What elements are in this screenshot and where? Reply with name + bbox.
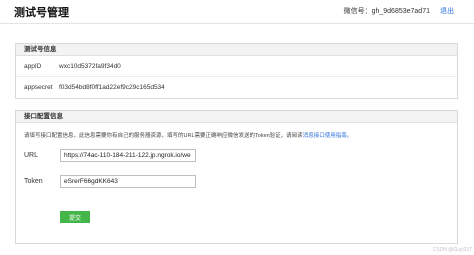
page: 测试号管理 微信号：gh_9d6853e7ad71 退出 测试号信息 appID … [0,0,474,255]
logout-link[interactable]: 退出 [440,8,454,15]
appsecret-label: appsecret [24,84,53,91]
appsecret-value: f03d54bd8f0ff1ad22ef9c29c165d534 [59,84,165,91]
test-account-panel: 测试号信息 appID wxc10d5372fa9f34d0 appsecret… [15,43,458,99]
test-account-panel-title: 测试号信息 [16,44,457,56]
account-id: gh_9d6853e7ad71 [371,8,430,15]
submit-button[interactable]: 提交 [60,211,90,223]
token-input[interactable] [60,175,196,188]
watermark: CSDN @Guyi237 [432,247,472,253]
url-label: URL [24,152,39,159]
appid-value: wxc10d5372fa9f34d0 [59,63,121,70]
account-info: 微信号：gh_9d6853e7ad71 退出 [344,6,454,16]
description-text: 请填写接口配置信息，此信息需要你有自己的服务器资源，填写的URL需要正确响应微信… [24,133,303,139]
message-api-guide-link[interactable]: 消息接口使用指南。 [303,133,353,139]
appsecret-row: appsecret f03d54bd8f0ff1ad22ef9c29c165d5… [16,77,457,98]
url-input[interactable] [60,149,196,162]
top-bar: 测试号管理 微信号：gh_9d6853e7ad71 退出 [0,0,474,24]
appid-label: appID [24,63,42,70]
account-label: 微信号： [343,8,372,15]
api-config-panel: 接口配置信息 请填写接口配置信息，此信息需要你有自己的服务器资源，填写的URL需… [15,110,458,244]
api-config-panel-title: 接口配置信息 [16,111,457,123]
page-title: 测试号管理 [14,7,69,19]
appid-row: appID wxc10d5372fa9f34d0 [16,56,457,77]
api-config-description: 请填写接口配置信息，此信息需要你有自己的服务器资源，填写的URL需要正确响应微信… [24,131,454,139]
token-label: Token [24,178,43,185]
